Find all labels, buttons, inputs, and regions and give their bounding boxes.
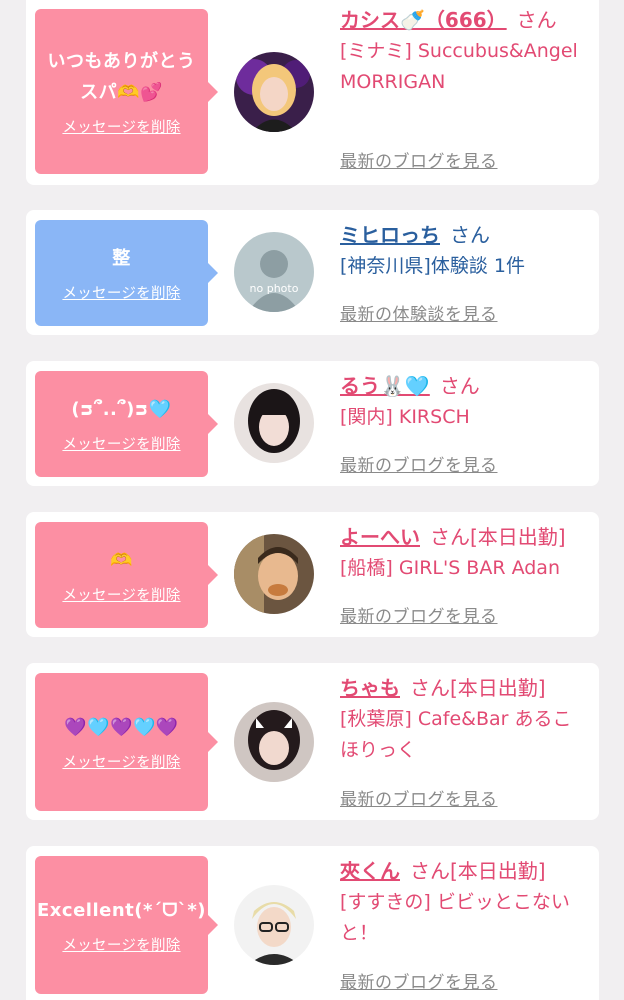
message-bubble: Excellent(*ˊᗜˋ*) メッセージを削除 (35, 856, 218, 994)
avatar[interactable]: no photo (234, 232, 314, 312)
delete-message-link[interactable]: メッセージを削除 (62, 584, 180, 605)
delete-message-link[interactable]: メッセージを削除 (62, 934, 180, 955)
message-card: いつもありがとうスパ🫶💕 メッセージを削除 カシス🍼（666） さん [ミナミ] … (26, 0, 599, 185)
shop-link[interactable]: [船橋] GIRL'S BAR Adan (340, 553, 590, 584)
avatar-photo (234, 702, 314, 782)
message-card: 🫶 メッセージを削除 よーへい さん[本日出勤] [船橋] GIRL'S BAR … (26, 512, 599, 637)
shop-link[interactable]: [秋葉原] Cafe&Bar あるこほりっく (340, 704, 590, 766)
user-name-link[interactable]: るう🐰🩵 (340, 374, 430, 398)
user-name-link[interactable]: ちゃも (340, 676, 400, 700)
latest-blog-link[interactable]: 最新のブログを見る (340, 602, 498, 627)
message-text: 🫶 (110, 550, 133, 571)
latest-review-link[interactable]: 最新の体験談を見る (340, 300, 498, 325)
message-text: いつもありがとうスパ🫶💕 (47, 51, 196, 103)
avatar-photo (234, 885, 314, 965)
message-bubble: 🫶 メッセージを削除 (35, 522, 218, 628)
shop-link[interactable]: [関内] KIRSCH (340, 402, 590, 433)
user-name-link[interactable]: 夾くん (340, 859, 400, 883)
message-text: 整 (112, 248, 131, 269)
review-link[interactable]: [神奈川県]体験談 1件 (340, 251, 590, 282)
user-info: ちゃも さん[本日出勤] [秋葉原] Cafe&Bar あるこほりっく (340, 674, 590, 766)
user-info: 夾くん さん[本日出勤] [すすきの] ビビッとこないと！ (340, 857, 590, 949)
message-text: (ᴝ՞..՞)ᴝ🩵 (71, 399, 172, 420)
message-bubble: 整 メッセージを削除 (35, 220, 218, 326)
message-card: 整 メッセージを削除 no photo ミヒロっち さん [神奈川県]体験談 1件… (26, 210, 599, 335)
avatar[interactable] (234, 52, 314, 132)
delete-message-link[interactable]: メッセージを削除 (62, 116, 180, 137)
delete-message-link[interactable]: メッセージを削除 (62, 433, 180, 454)
avatar[interactable] (234, 383, 314, 463)
user-info: ミヒロっち さん [神奈川県]体験談 1件 (340, 221, 590, 282)
message-bubble: (ᴝ՞..՞)ᴝ🩵 メッセージを削除 (35, 371, 218, 477)
message-text: Excellent(*ˊᗜˋ*) (37, 900, 206, 921)
user-info: るう🐰🩵 さん [関内] KIRSCH (340, 372, 590, 433)
honorific: さん[本日出勤] (410, 676, 546, 700)
message-card: (ᴝ՞..՞)ᴝ🩵 メッセージを削除 るう🐰🩵 さん [関内] KIRSCH 最新… (26, 361, 599, 486)
no-photo-text: no photo (250, 282, 299, 295)
user-name-link[interactable]: カシス🍼（666） (340, 8, 507, 32)
user-name-link[interactable]: ミヒロっち (340, 223, 440, 247)
avatar-photo (234, 383, 314, 463)
delete-message-link[interactable]: メッセージを削除 (62, 751, 180, 772)
user-info: よーへい さん[本日出勤] [船橋] GIRL'S BAR Adan (340, 523, 590, 584)
honorific: さん (450, 223, 490, 247)
user-info: カシス🍼（666） さん [ミナミ] Succubus&Angel MORRIGA… (340, 6, 590, 98)
avatar-photo (234, 534, 314, 614)
avatar[interactable] (234, 702, 314, 782)
latest-blog-link[interactable]: 最新のブログを見る (340, 451, 498, 476)
honorific: さん (439, 374, 480, 398)
shop-link[interactable]: [すすきの] ビビッとこないと！ (340, 887, 590, 949)
no-photo-avatar: no photo (234, 232, 314, 312)
message-text: 💜🩵💜🩵💜 (64, 717, 179, 738)
message-card: 💜🩵💜🩵💜 メッセージを削除 ちゃも さん[本日出勤] [秋葉原] Cafe&Ba… (26, 663, 599, 820)
delete-message-link[interactable]: メッセージを削除 (62, 282, 180, 303)
latest-blog-link[interactable]: 最新のブログを見る (340, 147, 498, 172)
latest-blog-link[interactable]: 最新のブログを見る (340, 785, 498, 810)
honorific: さん[本日出勤] (430, 525, 566, 549)
avatar[interactable] (234, 534, 314, 614)
message-bubble: 💜🩵💜🩵💜 メッセージを削除 (35, 673, 218, 811)
avatar[interactable] (234, 885, 314, 965)
message-bubble: いつもありがとうスパ🫶💕 メッセージを削除 (35, 9, 218, 174)
user-name-link[interactable]: よーへい (340, 525, 420, 549)
avatar-photo (234, 52, 314, 132)
honorific: さん[本日出勤] (410, 859, 546, 883)
latest-blog-link[interactable]: 最新のブログを見る (340, 968, 498, 993)
honorific: さん (516, 8, 557, 32)
shop-link[interactable]: [ミナミ] Succubus&Angel MORRIGAN (340, 36, 590, 98)
message-card: Excellent(*ˊᗜˋ*) メッセージを削除 夾くん さん[本日出勤] [す… (26, 846, 599, 1000)
